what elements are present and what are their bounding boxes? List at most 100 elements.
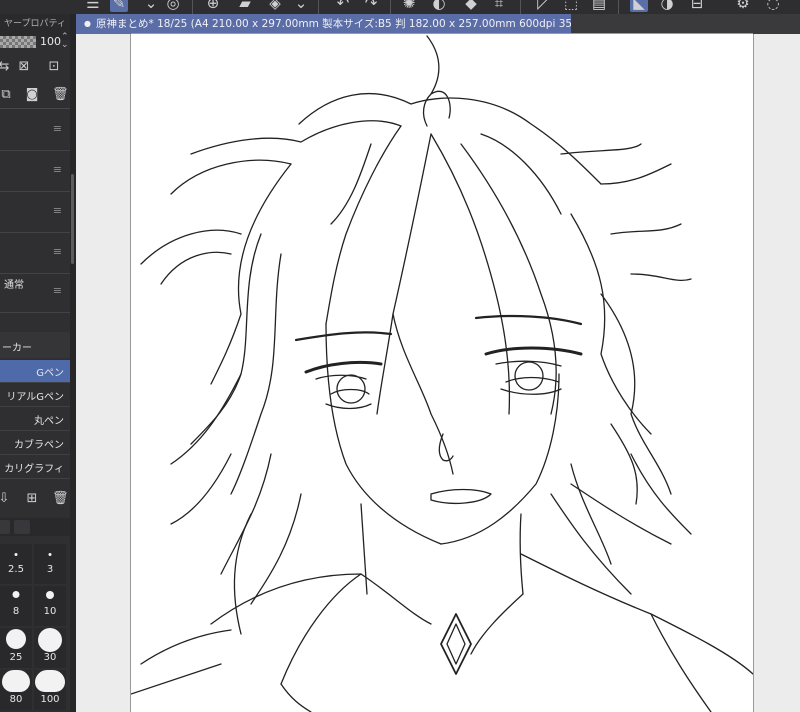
- link-icon[interactable]: ⇆: [0, 59, 12, 75]
- drag-handle-icon[interactable]: ≡: [53, 163, 62, 176]
- canvas-area[interactable]: ● 原神まとめ* 18/25 (A4 210.00 x 297.00mm 製本サイ…: [76, 14, 800, 712]
- export-icon[interactable]: ⇩: [0, 491, 12, 507]
- brush-label: リアルGペン: [6, 392, 64, 403]
- redo-icon[interactable]: ↷: [362, 0, 380, 12]
- brush-size-option[interactable]: 100: [34, 670, 66, 710]
- chat-icon[interactable]: ◌: [764, 0, 782, 12]
- toolbar-divider: [390, 0, 391, 14]
- add-layer-icon[interactable]: ⊕: [204, 0, 222, 12]
- brush-size-dot: [35, 670, 65, 692]
- mask-icon[interactable]: ◙: [24, 87, 40, 103]
- transform-icon[interactable]: ⌗: [490, 0, 508, 12]
- subtool-footer: ⇩ ⊞ 🗑: [0, 488, 70, 510]
- brush-item-real-g-pen[interactable]: リアルGペン: [0, 384, 70, 407]
- ruler-icon[interactable]: ◸: [534, 0, 552, 12]
- drag-handle-icon[interactable]: ≡: [53, 204, 62, 217]
- drag-handle-icon[interactable]: ≡: [53, 122, 62, 135]
- layer-item[interactable]: ≡: [0, 151, 70, 192]
- brush-size-label: 8: [12, 606, 20, 617]
- brush-item-kabura-pen[interactable]: カブラペン: [0, 432, 70, 455]
- layer-property-title: ヤープロパティ: [4, 19, 66, 29]
- toolbar-divider: [318, 0, 319, 14]
- brush-size-label: 3: [46, 564, 54, 575]
- brush-size-label: 80: [9, 694, 23, 705]
- chevron-down-icon[interactable]: ⌄: [292, 0, 310, 12]
- chevron-down-icon[interactable]: ⌄: [142, 0, 160, 12]
- toolbar-divider: [618, 0, 619, 14]
- blend-mode-label[interactable]: 通常: [4, 276, 24, 291]
- brush-size-dot: [14, 553, 18, 556]
- spinner-icon[interactable]: ✺: [400, 0, 418, 12]
- brush-label: Gペン: [36, 368, 64, 379]
- trash-icon[interactable]: 🗑: [52, 87, 69, 103]
- brush-size-option[interactable]: 10: [34, 586, 66, 626]
- reference-layer-icon[interactable]: ⊡: [46, 59, 62, 75]
- brush-label: 丸ペン: [34, 416, 64, 427]
- sub-view-icon[interactable]: ⊟: [688, 0, 706, 12]
- brush-size-option[interactable]: 80: [0, 670, 32, 710]
- layer-item[interactable]: ≡: [0, 233, 70, 274]
- brush-size-label: 30: [43, 652, 57, 663]
- brush-size-option[interactable]: 2.5: [0, 544, 32, 584]
- brush-size-option[interactable]: 3: [34, 544, 66, 584]
- brush-size-option[interactable]: 25: [0, 628, 32, 668]
- eraser-icon[interactable]: ▰: [236, 0, 254, 12]
- left-panel: ヤープロパティ 100 ⌃ ⌄ ⇆ ⊠ ⊡ ⧉ ◙ 🗑 ≡ ≡ ≡ ≡ ≡ 通常 …: [0, 14, 76, 712]
- subtool-title: ーカー: [2, 343, 32, 354]
- trash-icon[interactable]: 🗑: [52, 491, 69, 507]
- line-art-sketch[interactable]: [131, 34, 753, 712]
- lasso-icon[interactable]: ⬚: [562, 0, 580, 12]
- brush-size-label: 100: [40, 694, 60, 705]
- brush-size-label: 25: [9, 652, 23, 663]
- brush-size-dot: [6, 629, 26, 649]
- document-title: 原神まとめ* 18/25 (A4 210.00 x 297.00mm 製本サイズ…: [95, 18, 571, 30]
- top-toolbar: ☰ ✎ ⌄ ◎ ⊕ ▰ ◈ ⌄ ↶ ↷ ✺ ◐ ◆ ⌗ ◸ ⬚ ▤ ◣ ◑ ⊟ …: [0, 0, 800, 14]
- layer-item[interactable]: ≡: [0, 192, 70, 233]
- brush-item-round-pen[interactable]: 丸ペン: [0, 408, 70, 431]
- opacity-row: 100 ⌃ ⌄: [0, 32, 70, 54]
- tab-brush-size[interactable]: [0, 520, 10, 534]
- drag-handle-icon[interactable]: ≡: [53, 284, 62, 297]
- copy-icon[interactable]: ⧉: [0, 87, 14, 103]
- brush-label: カブラペン: [14, 440, 64, 451]
- settings-icon[interactable]: ⚙: [734, 0, 752, 12]
- brush-item-calligraphy[interactable]: カリグラフィ: [0, 456, 70, 479]
- duplicate-icon[interactable]: ⊞: [24, 491, 40, 507]
- panel-scrollbar-thumb[interactable]: [71, 174, 74, 264]
- undo-icon[interactable]: ↶: [334, 0, 352, 12]
- layer-item[interactable]: ≡: [0, 110, 70, 151]
- camera-icon[interactable]: ◎: [164, 0, 182, 12]
- brush-size-dot: [48, 553, 52, 556]
- document-tab-dot-icon: ●: [84, 19, 91, 28]
- brush-size-label: 10: [43, 606, 57, 617]
- toolbar-divider: [192, 0, 193, 14]
- tab-pen-icon[interactable]: [14, 520, 30, 534]
- brush-size-option[interactable]: 30: [34, 628, 66, 668]
- opacity-stepper-icon[interactable]: ⌃ ⌄: [61, 33, 69, 50]
- document-tab[interactable]: ● 原神まとめ* 18/25 (A4 210.00 x 297.00mm 製本サイ…: [76, 14, 571, 34]
- brush-size-dot: [46, 591, 54, 599]
- select-icon[interactable]: ◣: [630, 0, 648, 12]
- brush-size-dot: [12, 591, 20, 598]
- subtool-header: ーカー: [0, 332, 70, 358]
- drag-handle-icon[interactable]: ≡: [53, 245, 62, 258]
- brush-size-dot: [2, 670, 30, 692]
- select-area-icon[interactable]: ◈: [266, 0, 284, 12]
- brush-size-grid: 2.5 3 8 10 25 30 80 100: [0, 544, 70, 712]
- fill-icon[interactable]: ◐: [430, 0, 448, 12]
- brush-item-g-pen[interactable]: Gペン: [0, 360, 70, 383]
- layer-icon[interactable]: ▤: [590, 0, 608, 12]
- tag-icon[interactable]: ◆: [462, 0, 480, 12]
- toolbar-divider: [520, 0, 521, 14]
- menu-icon[interactable]: ☰: [84, 0, 102, 12]
- layer-tools-row: ⧉ ◙ 🗑: [0, 84, 70, 106]
- opacity-value[interactable]: 100: [40, 35, 61, 48]
- opacity-slider[interactable]: [0, 36, 36, 48]
- brush-size-tabs: [0, 518, 70, 536]
- panel-divider: [0, 108, 70, 109]
- layer-toggle-row: ⇆ ⊠ ⊡: [0, 56, 70, 78]
- lock-transparency-icon[interactable]: ⊠: [16, 59, 32, 75]
- color-wheel-icon[interactable]: ◑: [658, 0, 676, 12]
- pen-icon[interactable]: ✎: [110, 0, 128, 12]
- brush-size-option[interactable]: 8: [0, 586, 32, 626]
